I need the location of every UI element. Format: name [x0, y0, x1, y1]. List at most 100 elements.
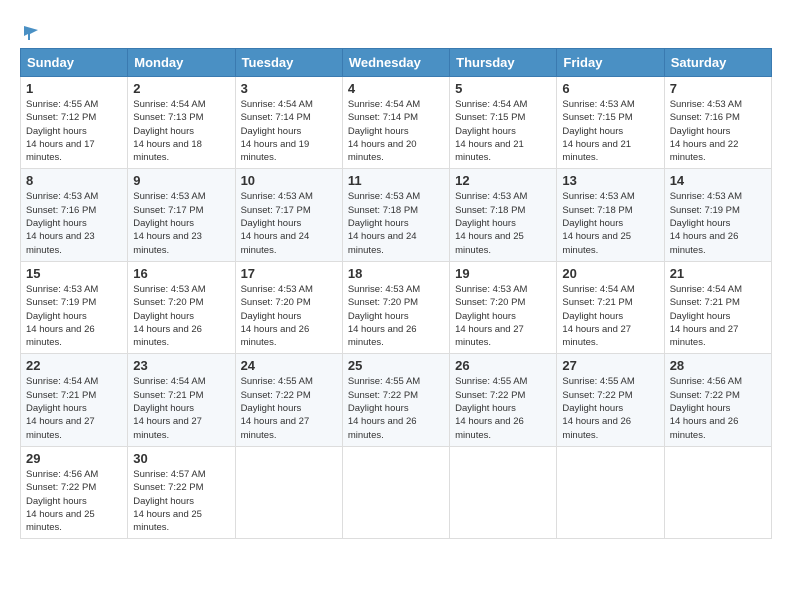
cell-details: Sunrise: 4:56 AMSunset: 7:22 PMDaylight … — [670, 375, 766, 441]
calendar-cell: 14 Sunrise: 4:53 AMSunset: 7:19 PMDaylig… — [664, 169, 771, 261]
calendar-cell — [664, 446, 771, 538]
cell-details: Sunrise: 4:53 AMSunset: 7:20 PMDaylight … — [241, 283, 337, 349]
day-number: 24 — [241, 358, 337, 373]
calendar-cell — [557, 446, 664, 538]
day-number: 4 — [348, 81, 444, 96]
day-number: 15 — [26, 266, 122, 281]
calendar-cell — [450, 446, 557, 538]
cell-details: Sunrise: 4:55 AMSunset: 7:22 PMDaylight … — [455, 375, 551, 441]
day-number: 6 — [562, 81, 658, 96]
calendar-cell: 29 Sunrise: 4:56 AMSunset: 7:22 PMDaylig… — [21, 446, 128, 538]
cell-details: Sunrise: 4:54 AMSunset: 7:14 PMDaylight … — [241, 98, 337, 164]
day-number: 26 — [455, 358, 551, 373]
cell-details: Sunrise: 4:53 AMSunset: 7:16 PMDaylight … — [26, 190, 122, 256]
day-number: 30 — [133, 451, 229, 466]
calendar-cell: 8 Sunrise: 4:53 AMSunset: 7:16 PMDayligh… — [21, 169, 128, 261]
day-number: 7 — [670, 81, 766, 96]
cell-details: Sunrise: 4:55 AMSunset: 7:22 PMDaylight … — [241, 375, 337, 441]
day-number: 3 — [241, 81, 337, 96]
cell-details: Sunrise: 4:54 AMSunset: 7:21 PMDaylight … — [670, 283, 766, 349]
cell-details: Sunrise: 4:53 AMSunset: 7:18 PMDaylight … — [455, 190, 551, 256]
cell-details: Sunrise: 4:53 AMSunset: 7:19 PMDaylight … — [670, 190, 766, 256]
cell-details: Sunrise: 4:54 AMSunset: 7:14 PMDaylight … — [348, 98, 444, 164]
weekday-header-sunday: Sunday — [21, 49, 128, 77]
cell-details: Sunrise: 4:55 AMSunset: 7:22 PMDaylight … — [348, 375, 444, 441]
calendar-cell: 2 Sunrise: 4:54 AMSunset: 7:13 PMDayligh… — [128, 77, 235, 169]
calendar-cell: 20 Sunrise: 4:54 AMSunset: 7:21 PMDaylig… — [557, 261, 664, 353]
calendar-cell: 24 Sunrise: 4:55 AMSunset: 7:22 PMDaylig… — [235, 354, 342, 446]
calendar-cell: 26 Sunrise: 4:55 AMSunset: 7:22 PMDaylig… — [450, 354, 557, 446]
cell-details: Sunrise: 4:54 AMSunset: 7:21 PMDaylight … — [562, 283, 658, 349]
calendar-cell: 3 Sunrise: 4:54 AMSunset: 7:14 PMDayligh… — [235, 77, 342, 169]
weekday-header-tuesday: Tuesday — [235, 49, 342, 77]
day-number: 13 — [562, 173, 658, 188]
calendar-cell: 17 Sunrise: 4:53 AMSunset: 7:20 PMDaylig… — [235, 261, 342, 353]
weekday-header-wednesday: Wednesday — [342, 49, 449, 77]
cell-details: Sunrise: 4:54 AMSunset: 7:21 PMDaylight … — [26, 375, 122, 441]
calendar-cell: 13 Sunrise: 4:53 AMSunset: 7:18 PMDaylig… — [557, 169, 664, 261]
day-number: 16 — [133, 266, 229, 281]
cell-details: Sunrise: 4:53 AMSunset: 7:18 PMDaylight … — [348, 190, 444, 256]
calendar-cell: 7 Sunrise: 4:53 AMSunset: 7:16 PMDayligh… — [664, 77, 771, 169]
page-header — [20, 20, 772, 38]
weekday-header-friday: Friday — [557, 49, 664, 77]
calendar-cell: 27 Sunrise: 4:55 AMSunset: 7:22 PMDaylig… — [557, 354, 664, 446]
day-number: 14 — [670, 173, 766, 188]
day-number: 9 — [133, 173, 229, 188]
calendar-week-5: 29 Sunrise: 4:56 AMSunset: 7:22 PMDaylig… — [21, 446, 772, 538]
day-number: 18 — [348, 266, 444, 281]
weekday-header-thursday: Thursday — [450, 49, 557, 77]
cell-details: Sunrise: 4:53 AMSunset: 7:19 PMDaylight … — [26, 283, 122, 349]
calendar-cell: 28 Sunrise: 4:56 AMSunset: 7:22 PMDaylig… — [664, 354, 771, 446]
calendar-week-2: 8 Sunrise: 4:53 AMSunset: 7:16 PMDayligh… — [21, 169, 772, 261]
cell-details: Sunrise: 4:55 AMSunset: 7:12 PMDaylight … — [26, 98, 122, 164]
cell-details: Sunrise: 4:53 AMSunset: 7:17 PMDaylight … — [133, 190, 229, 256]
calendar-header-row: SundayMondayTuesdayWednesdayThursdayFrid… — [21, 49, 772, 77]
day-number: 19 — [455, 266, 551, 281]
day-number: 1 — [26, 81, 122, 96]
calendar-table: SundayMondayTuesdayWednesdayThursdayFrid… — [20, 48, 772, 539]
calendar-cell: 19 Sunrise: 4:53 AMSunset: 7:20 PMDaylig… — [450, 261, 557, 353]
cell-details: Sunrise: 4:53 AMSunset: 7:16 PMDaylight … — [670, 98, 766, 164]
cell-details: Sunrise: 4:54 AMSunset: 7:15 PMDaylight … — [455, 98, 551, 164]
calendar-cell: 30 Sunrise: 4:57 AMSunset: 7:22 PMDaylig… — [128, 446, 235, 538]
calendar-week-3: 15 Sunrise: 4:53 AMSunset: 7:19 PMDaylig… — [21, 261, 772, 353]
calendar-week-4: 22 Sunrise: 4:54 AMSunset: 7:21 PMDaylig… — [21, 354, 772, 446]
cell-details: Sunrise: 4:53 AMSunset: 7:20 PMDaylight … — [348, 283, 444, 349]
calendar-cell: 23 Sunrise: 4:54 AMSunset: 7:21 PMDaylig… — [128, 354, 235, 446]
day-number: 25 — [348, 358, 444, 373]
cell-details: Sunrise: 4:54 AMSunset: 7:21 PMDaylight … — [133, 375, 229, 441]
day-number: 27 — [562, 358, 658, 373]
cell-details: Sunrise: 4:53 AMSunset: 7:15 PMDaylight … — [562, 98, 658, 164]
calendar-cell: 18 Sunrise: 4:53 AMSunset: 7:20 PMDaylig… — [342, 261, 449, 353]
calendar-cell: 1 Sunrise: 4:55 AMSunset: 7:12 PMDayligh… — [21, 77, 128, 169]
cell-details: Sunrise: 4:53 AMSunset: 7:20 PMDaylight … — [133, 283, 229, 349]
calendar-cell: 11 Sunrise: 4:53 AMSunset: 7:18 PMDaylig… — [342, 169, 449, 261]
day-number: 21 — [670, 266, 766, 281]
cell-details: Sunrise: 4:53 AMSunset: 7:17 PMDaylight … — [241, 190, 337, 256]
day-number: 28 — [670, 358, 766, 373]
calendar-cell: 12 Sunrise: 4:53 AMSunset: 7:18 PMDaylig… — [450, 169, 557, 261]
calendar-cell: 9 Sunrise: 4:53 AMSunset: 7:17 PMDayligh… — [128, 169, 235, 261]
day-number: 17 — [241, 266, 337, 281]
calendar-cell — [235, 446, 342, 538]
logo-flag-icon — [22, 24, 40, 42]
calendar-cell: 21 Sunrise: 4:54 AMSunset: 7:21 PMDaylig… — [664, 261, 771, 353]
calendar-cell — [342, 446, 449, 538]
weekday-header-saturday: Saturday — [664, 49, 771, 77]
calendar-cell: 15 Sunrise: 4:53 AMSunset: 7:19 PMDaylig… — [21, 261, 128, 353]
calendar-cell: 6 Sunrise: 4:53 AMSunset: 7:15 PMDayligh… — [557, 77, 664, 169]
day-number: 2 — [133, 81, 229, 96]
cell-details: Sunrise: 4:53 AMSunset: 7:20 PMDaylight … — [455, 283, 551, 349]
calendar-cell: 25 Sunrise: 4:55 AMSunset: 7:22 PMDaylig… — [342, 354, 449, 446]
day-number: 29 — [26, 451, 122, 466]
day-number: 5 — [455, 81, 551, 96]
day-number: 20 — [562, 266, 658, 281]
day-number: 23 — [133, 358, 229, 373]
calendar-cell: 10 Sunrise: 4:53 AMSunset: 7:17 PMDaylig… — [235, 169, 342, 261]
calendar-cell: 5 Sunrise: 4:54 AMSunset: 7:15 PMDayligh… — [450, 77, 557, 169]
day-number: 8 — [26, 173, 122, 188]
day-number: 12 — [455, 173, 551, 188]
cell-details: Sunrise: 4:57 AMSunset: 7:22 PMDaylight … — [133, 468, 229, 534]
calendar-cell: 16 Sunrise: 4:53 AMSunset: 7:20 PMDaylig… — [128, 261, 235, 353]
